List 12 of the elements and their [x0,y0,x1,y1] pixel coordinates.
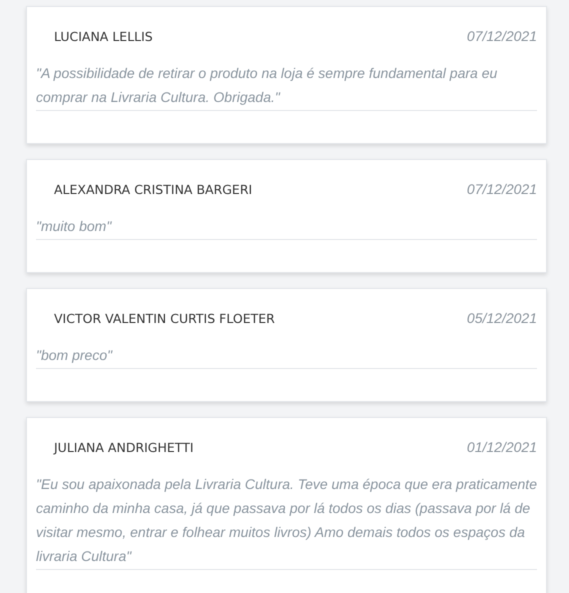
reviewer-name: JULIANA ANDRIGHETTI [52,440,194,454]
review-date: 07/12/2021 [466,181,537,197]
review-comment: "bom preco" [36,343,537,369]
reviewer-name: VICTOR VALENTIN CURTIS FLOETER [53,310,275,326]
review-comment: "A possibilidade de retirar o produto na loja é sempre fundamental para eu comprar na Livraria Cultura. Obrigada." [36,61,537,111]
reviewer-name: LUCIANA LELLIS [53,28,153,44]
reviewer-name: ALEXANDRA CRISTINA BARGERI [53,182,252,196]
review-date: 05/12/2021 [466,310,537,326]
review-date: 07/12/2021 [466,28,537,44]
review-date: 01/12/2021 [466,439,537,455]
review-comment: "muito bom" [36,214,537,240]
review-comment: "Eu sou apaixonada pela Livraria Cultura. Teve uma época que era praticamente caminho da minha casa, já que passava por lá todos os dias (passava por lá de visitar mesmo, entrar e folhear muitos livros) Amo demais todos os espaços da livraria Cultura" [36,472,537,570]
